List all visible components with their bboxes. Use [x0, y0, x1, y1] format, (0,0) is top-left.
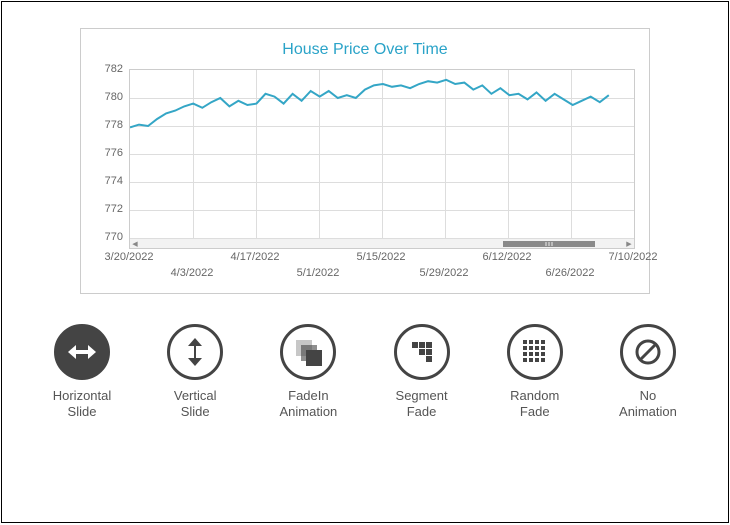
x-tick-label: 6/12/2022: [483, 251, 532, 263]
fade-icon: [280, 324, 336, 380]
scroll-left-arrow[interactable]: ◀: [130, 239, 140, 249]
y-tick-label: 778: [105, 119, 123, 131]
y-tick-label: 782: [105, 63, 123, 75]
x-tick-label: 5/29/2022: [420, 267, 469, 279]
animation-option-row: HorizontalSlide VerticalSlide FadeInAnimat…: [32, 324, 698, 421]
scroll-track[interactable]: [140, 240, 624, 248]
animation-option-no-animation[interactable]: NoAnimation: [600, 324, 696, 421]
animation-option-fadein[interactable]: FadeInAnimation: [260, 324, 356, 421]
random-icon: [507, 324, 563, 380]
app-window: House Price Over Time 770 772 774 776 778 780…: [1, 1, 729, 523]
plot-area: 770772774776778780782 ◀ ▶: [95, 69, 635, 249]
animation-option-label: RandomFade: [487, 388, 583, 421]
animation-option-vertical-slide[interactable]: VerticalSlide: [147, 324, 243, 421]
animation-option-segment-fade[interactable]: SegmentFade: [374, 324, 470, 421]
chart-line: [130, 70, 634, 248]
vslide-icon: [167, 324, 223, 380]
chart-frame: House Price Over Time 770 772 774 776 778 780…: [80, 28, 650, 294]
hslide-icon: [54, 324, 110, 380]
scroll-right-arrow[interactable]: ▶: [624, 239, 634, 249]
y-tick-label: 774: [105, 175, 123, 187]
x-tick-label: 5/1/2022: [297, 267, 340, 279]
x-tick-label: 3/20/2022: [105, 251, 154, 263]
y-tick-label: 770: [105, 231, 123, 243]
animation-option-label: FadeInAnimation: [260, 388, 356, 421]
x-tick-label: 6/26/2022: [546, 267, 595, 279]
x-axis-ticks: 3/20/20224/3/20224/17/20225/1/20225/15/2…: [129, 249, 635, 283]
animation-option-random-fade[interactable]: RandomFade: [487, 324, 583, 421]
chart-scrollbar[interactable]: ◀ ▶: [130, 238, 634, 248]
x-tick-label: 4/17/2022: [231, 251, 280, 263]
animation-option-horizontal-slide[interactable]: HorizontalSlide: [34, 324, 130, 421]
y-axis-ticks: 770772774776778780782: [95, 69, 129, 249]
y-tick-label: 772: [105, 203, 123, 215]
x-tick-label: 4/3/2022: [171, 267, 214, 279]
x-tick-label: 5/15/2022: [357, 251, 406, 263]
scroll-thumb[interactable]: [503, 241, 595, 247]
animation-option-label: SegmentFade: [374, 388, 470, 421]
x-tick-label: 7/10/2022: [609, 251, 658, 263]
animation-option-label: NoAnimation: [600, 388, 696, 421]
chart-title: House Price Over Time: [95, 41, 635, 59]
segment-icon: [394, 324, 450, 380]
chart-plot: ◀ ▶: [129, 69, 635, 249]
animation-option-label: VerticalSlide: [147, 388, 243, 421]
animation-option-label: HorizontalSlide: [34, 388, 130, 421]
y-tick-label: 776: [105, 147, 123, 159]
y-tick-label: 780: [105, 91, 123, 103]
none-icon: [620, 324, 676, 380]
